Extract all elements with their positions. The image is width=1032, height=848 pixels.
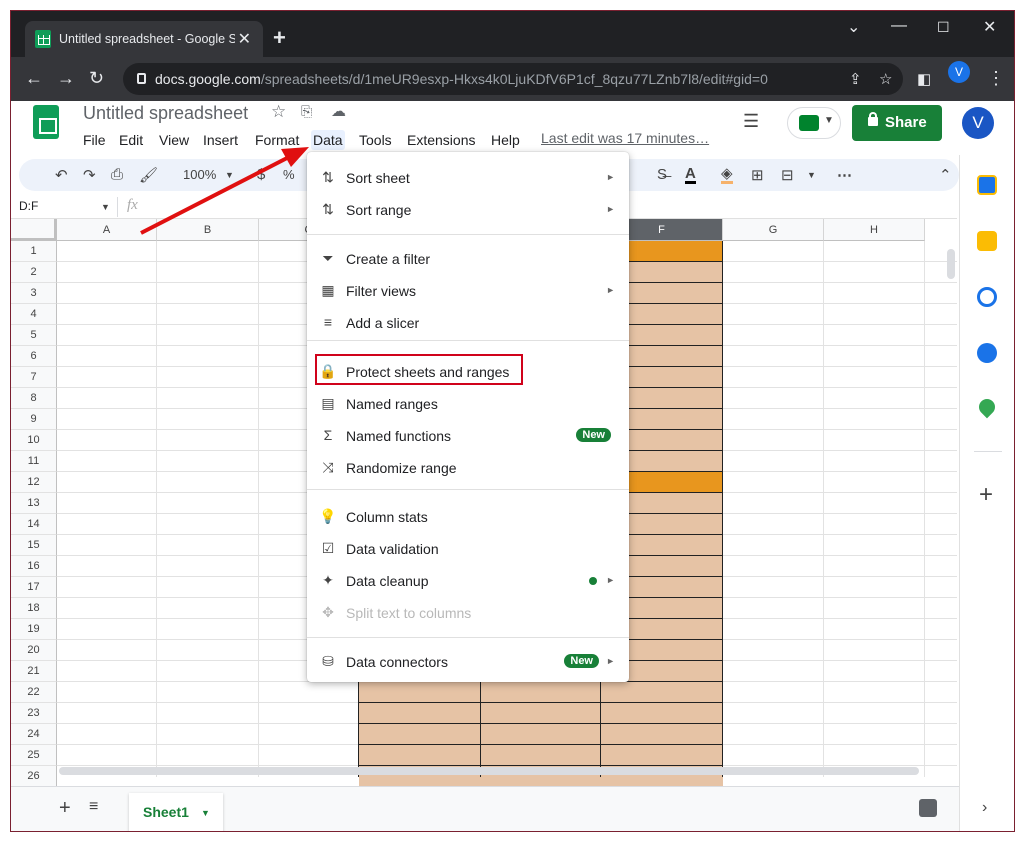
annotation-arrow bbox=[140, 147, 309, 235]
